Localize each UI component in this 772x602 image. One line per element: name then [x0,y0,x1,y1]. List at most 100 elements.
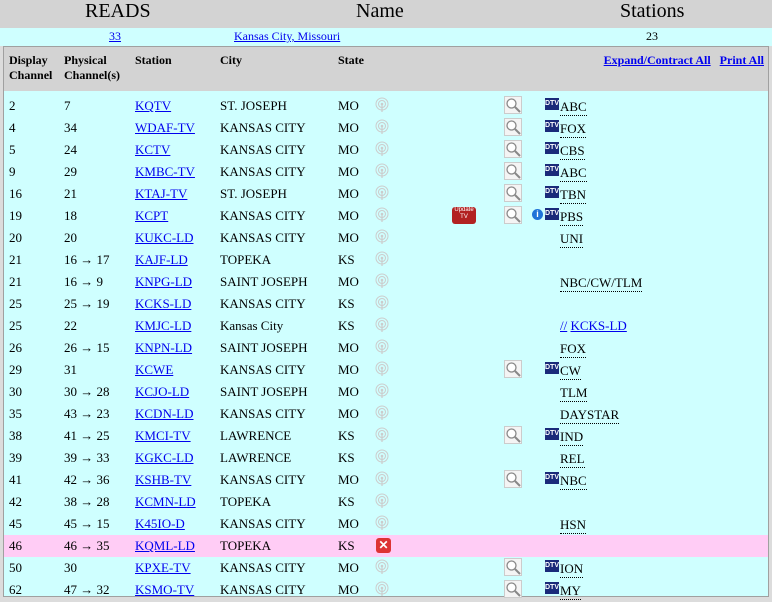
expand-contract-all-link[interactable]: Expand/Contract All [604,53,711,67]
physical-channel: 26 → 15 [64,340,110,355]
antenna-icon[interactable] [375,229,389,245]
antenna-icon[interactable] [375,97,389,113]
station-link[interactable]: KSHB-TV [135,472,191,488]
station-link[interactable]: KCTV [135,142,170,158]
network-affiliation: HSN [560,517,587,534]
station-state: MO [338,186,359,201]
station-state: KS [338,296,355,311]
display-channel: 39 [9,450,22,465]
station-link[interactable]: KQML-LD [135,538,195,554]
delete-icon[interactable]: ✕ [376,538,391,553]
dtv-icon: DTV [545,428,559,440]
magnify-icon[interactable] [504,140,522,158]
table-row: 25 22 KMJC-LD Kansas City KS // KCKS-LD [4,315,768,337]
magnify-icon[interactable] [504,470,522,488]
magnify-icon[interactable] [504,184,522,202]
network-affiliation: ABC [560,99,587,116]
station-link[interactable]: KCMN-LD [135,494,196,510]
station-link[interactable]: KNPN-LD [135,340,192,356]
station-link[interactable]: KCDN-LD [135,406,194,422]
station-link[interactable]: KQTV [135,98,171,114]
antenna-icon[interactable] [375,119,389,135]
physical-channel: 20 [64,230,77,245]
update-tv-button[interactable]: Update TV [452,207,476,224]
station-link[interactable]: KAJF-LD [135,252,188,268]
antenna-icon[interactable] [375,427,389,443]
station-link[interactable]: KUKC-LD [135,230,194,246]
display-channel: 30 [9,384,22,399]
link-prefix: // KCKS-LD [560,318,627,334]
network-affiliation: TBN [560,187,586,204]
antenna-icon[interactable] [375,559,389,575]
antenna-icon[interactable] [375,493,389,509]
station-link[interactable]: KPXE-TV [135,560,191,576]
display-channel: 4 [9,120,16,135]
antenna-icon[interactable] [375,383,389,399]
display-channel: 29 [9,362,22,377]
station-city: KANSAS CITY [220,142,306,157]
antenna-icon[interactable] [375,449,389,465]
antenna-icon[interactable] [375,405,389,421]
table-row: 21 16 → 9 KNPG-LD SAINT JOSEPH MO NBC/CW/TLM [4,271,768,293]
dtv-icon: DTV [545,164,559,176]
table-row: 19 18 KCPT KANSAS CITY MO Update TV i DTV PBS [4,205,768,227]
station-link[interactable]: WDAF-TV [135,120,195,136]
station-link[interactable]: KCKS-LD [135,296,191,312]
magnify-icon[interactable] [504,580,522,598]
physical-channel: 47 → 32 [64,582,110,597]
physical-channel: 39 → 33 [64,450,110,465]
antenna-icon[interactable] [375,141,389,157]
station-city: KANSAS CITY [220,516,306,531]
magnify-icon[interactable] [504,162,522,180]
station-link[interactable]: KMBC-TV [135,164,195,180]
magnify-icon[interactable] [504,206,522,224]
antenna-icon[interactable] [375,251,389,267]
antenna-icon[interactable] [375,273,389,289]
antenna-icon[interactable] [375,317,389,333]
dtv-icon: DTV [545,560,559,572]
station-link[interactable]: KCWE [135,362,173,378]
magnify-icon[interactable] [504,360,522,378]
antenna-icon[interactable] [375,163,389,179]
reads-count-link[interactable]: 33 [109,29,121,44]
station-link[interactable]: KGKC-LD [135,450,194,466]
station-link[interactable]: KNPG-LD [135,274,192,290]
station-state: MO [338,472,359,487]
network-affiliation: NBC/CW/TLM [560,275,643,292]
physical-channel: 29 [64,164,77,179]
summary-bar: 33 Kansas City, Missouri 23 [0,28,772,46]
magnify-icon[interactable] [504,426,522,444]
display-channel: 16 [9,186,22,201]
print-all-link[interactable]: Print All [720,53,764,67]
station-link[interactable]: KMCI-TV [135,428,191,444]
dtv-icon: DTV [545,362,559,374]
antenna-icon[interactable] [375,185,389,201]
antenna-icon[interactable] [375,339,389,355]
station-link[interactable]: KCJO-LD [135,384,189,400]
station-link[interactable]: KCPT [135,208,168,224]
related-station-link[interactable]: KCKS-LD [570,318,626,333]
location-link[interactable]: Kansas City, Missouri [234,29,340,44]
magnify-icon[interactable] [504,118,522,136]
magnify-icon[interactable] [504,558,522,576]
physical-channel: 21 [64,186,77,201]
table-row: 26 26 → 15 KNPN-LD SAINT JOSEPH MO FOX [4,337,768,359]
antenna-icon[interactable] [375,295,389,311]
station-link[interactable]: KTAJ-TV [135,186,187,202]
info-icon[interactable]: i [532,209,543,220]
antenna-icon[interactable] [375,361,389,377]
antenna-icon[interactable] [375,207,389,223]
station-link[interactable]: KMJC-LD [135,318,191,334]
antenna-icon[interactable] [375,471,389,487]
magnify-icon[interactable] [504,96,522,114]
network-affiliation: MY [560,583,581,600]
table-row: 16 21 KTAJ-TV ST. JOSEPH MO DTV TBN [4,183,768,205]
dtv-icon: DTV [545,120,559,132]
antenna-icon[interactable] [375,581,389,597]
antenna-icon[interactable] [375,515,389,531]
link-prefix-text[interactable]: // [560,318,567,333]
network-affiliation: FOX [560,121,587,138]
network-affiliation: CBS [560,143,585,160]
station-link[interactable]: K45IO-D [135,516,185,532]
station-link[interactable]: KSMO-TV [135,582,194,598]
